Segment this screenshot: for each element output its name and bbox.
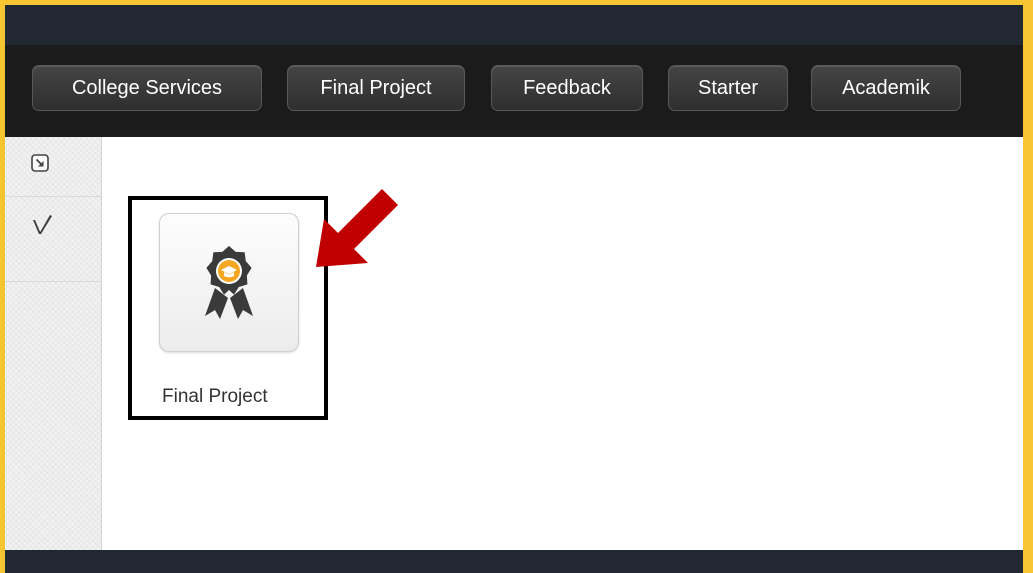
top-strip: [5, 5, 1023, 45]
checkmark-logo-icon: [33, 215, 52, 234]
top-navbar: College Services Final Project Feedback …: [5, 45, 1023, 137]
tab-college-services[interactable]: College Services: [32, 65, 262, 111]
tab-starter[interactable]: Starter: [668, 65, 788, 111]
tab-final-project[interactable]: Final Project: [287, 65, 465, 111]
tab-academik[interactable]: Academik: [811, 65, 961, 111]
tab-feedback[interactable]: Feedback: [491, 65, 643, 111]
sidebar-item-logo[interactable]: [5, 197, 101, 282]
bottom-strip: [5, 550, 1023, 573]
award-ribbon-icon: [205, 245, 253, 319]
red-arrow-annotation: [316, 189, 398, 267]
sidebar-item-resize[interactable]: [5, 137, 101, 197]
tile-label[interactable]: Final Project: [162, 386, 322, 408]
final-project-tile-button[interactable]: [159, 213, 299, 352]
left-sidebar: [5, 137, 102, 550]
resize-icon: [31, 153, 49, 172]
